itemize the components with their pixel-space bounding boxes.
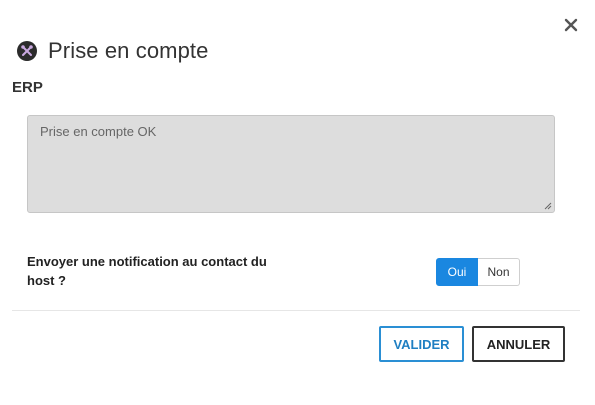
toggle-non-button[interactable]: Non xyxy=(478,258,520,286)
notification-toggle: Oui Non xyxy=(436,258,520,286)
toggle-oui-button[interactable]: Oui xyxy=(436,258,478,286)
close-button[interactable] xyxy=(560,14,582,36)
tools-icon xyxy=(17,41,37,61)
close-icon[interactable] xyxy=(564,18,578,32)
dialog-title: Prise en compte xyxy=(48,38,209,63)
comment-text: Prise en compte OK xyxy=(40,124,157,139)
notification-label: Envoyer une notification au contact du h… xyxy=(27,254,267,288)
cancel-button[interactable]: ANNULER xyxy=(472,326,565,362)
validate-button[interactable]: VALIDER xyxy=(379,326,464,362)
section-label: ERP xyxy=(12,79,43,96)
dialog-header: Prise en compte xyxy=(17,38,208,64)
resize-grip-icon[interactable] xyxy=(544,202,552,210)
comment-textarea[interactable]: Prise en compte OK xyxy=(27,115,555,213)
footer-divider xyxy=(12,310,580,311)
